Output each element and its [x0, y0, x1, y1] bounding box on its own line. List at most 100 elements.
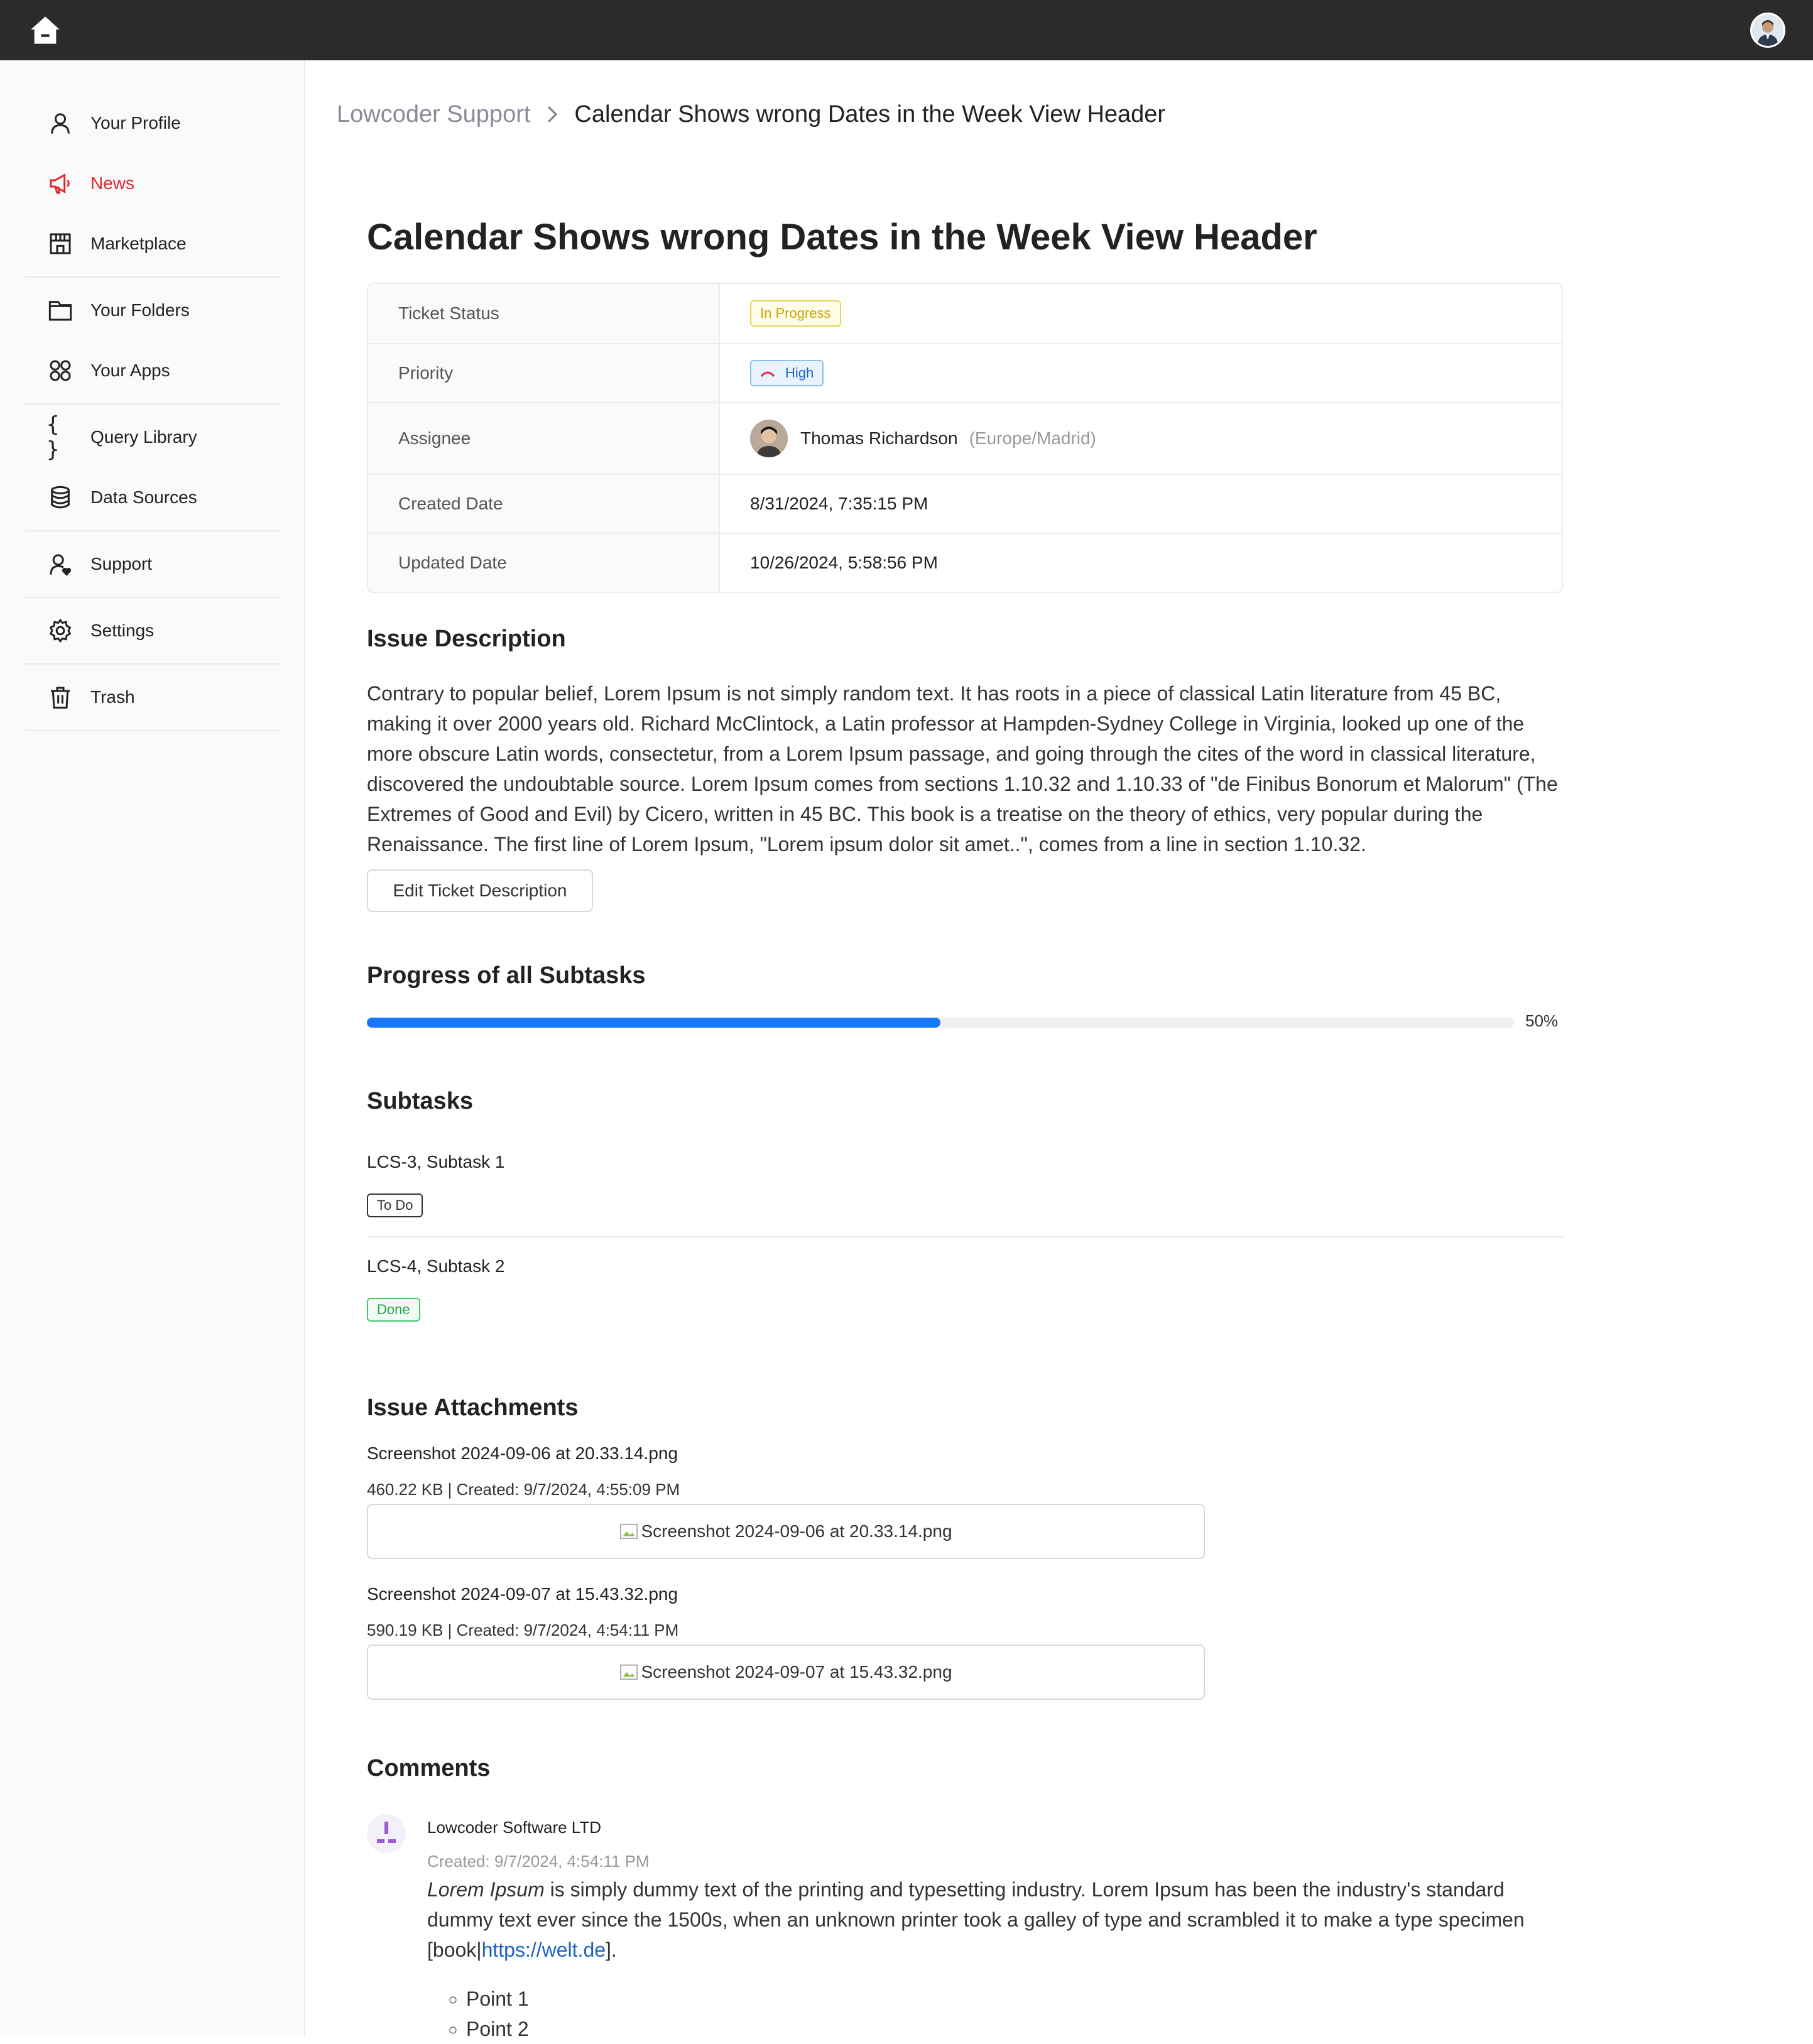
field-label: Ticket Status [368, 284, 720, 343]
progress-fill [367, 1018, 940, 1028]
assignee-avatar [750, 420, 788, 457]
ticket-info-table: Ticket Status In Progress Priority High … [367, 283, 1563, 593]
sidebar-item-data-sources[interactable]: Data Sources [46, 479, 197, 516]
sidebar-item-settings[interactable]: Settings [46, 612, 154, 650]
sidebar-item-label: Settings [90, 621, 155, 640]
support-icon [46, 550, 74, 578]
chevron-up-icon [760, 371, 775, 378]
subtask-title[interactable]: LCS-4, Subtask 2 [367, 1256, 504, 1276]
attachment-name[interactable]: Screenshot 2024-09-07 at 15.43.32.png [367, 1584, 678, 1604]
broken-image-icon [620, 1523, 638, 1540]
sidebar-item-trash[interactable]: Trash [46, 678, 135, 716]
priority-value: High [785, 365, 814, 381]
issue-description-heading: Issue Description [367, 626, 566, 652]
list-item: Point 1 [466, 1984, 529, 2014]
field-label: Updated Date [368, 534, 720, 592]
attachment-preview[interactable]: Screenshot 2024-09-07 at 15.43.32.png [367, 1644, 1205, 1700]
store-icon [46, 230, 74, 258]
attachment-preview[interactable]: Screenshot 2024-09-06 at 20.33.14.png [367, 1504, 1205, 1559]
apps-icon [46, 357, 74, 384]
assignee-row: Assignee Thomas Richardson (Europe/Madri… [368, 403, 1562, 475]
nav-divider [25, 730, 280, 731]
status-badge: In Progress [750, 300, 841, 327]
breadcrumb-parent-link[interactable]: Lowcoder Support [337, 101, 530, 128]
attachments-heading: Issue Attachments [367, 1394, 579, 1421]
page-title: Calendar Shows wrong Dates in the Week V… [367, 217, 1317, 258]
folder-icon [46, 296, 74, 324]
home-icon[interactable] [29, 14, 62, 46]
trash-icon [46, 683, 74, 711]
sidebar-item-label: Your Folders [90, 300, 190, 320]
subtask-status-badge: To Do [367, 1193, 423, 1217]
broken-image-icon [620, 1664, 638, 1680]
issue-description-text: Contrary to popular belief, Lorem Ipsum … [367, 682, 1558, 856]
sidebar-item-your-folders[interactable]: Your Folders [46, 291, 190, 329]
sidebar: Your Profile News Marketplace Your Folde… [0, 60, 305, 2036]
sidebar-item-label: News [90, 173, 135, 193]
assignee-name: Thomas Richardson [800, 428, 958, 448]
comment-text-end: ]. [606, 1938, 617, 1961]
sidebar-item-label: Your Profile [90, 113, 181, 133]
sidebar-item-label: Support [90, 554, 153, 574]
nav-divider [25, 403, 280, 405]
subtask-status-badge: Done [367, 1298, 420, 1322]
chevron-right-icon [548, 106, 558, 123]
comments-heading: Comments [367, 1755, 491, 1781]
comment-italic-text: Lorem Ipsum [427, 1878, 545, 1901]
progress-percent-label: 50% [1525, 1011, 1559, 1030]
attachment-name[interactable]: Screenshot 2024-09-06 at 20.33.14.png [367, 1443, 678, 1464]
comment-link[interactable]: https://welt.de [482, 1938, 606, 1961]
user-icon [46, 109, 74, 137]
sidebar-item-your-apps[interactable]: Your Apps [46, 352, 170, 389]
created-date-row: Created Date 8/31/2024, 7:35:15 PM [368, 475, 1562, 534]
breadcrumb-current: Calendar Shows wrong Dates in the Week V… [574, 101, 1166, 128]
field-label: Created Date [368, 475, 720, 533]
comment-author: Lowcoder Software LTD [427, 1818, 601, 1837]
megaphone-icon [46, 170, 74, 197]
list-item: Point 2 [466, 2014, 529, 2044]
ticket-status-row: Ticket Status In Progress [368, 284, 1562, 344]
sidebar-item-news[interactable]: News [46, 165, 134, 202]
subtask-progress-bar [367, 1018, 1514, 1028]
attachment-alt-text: Screenshot 2024-09-06 at 20.33.14.png [641, 1521, 952, 1541]
nav-divider [25, 663, 280, 665]
user-avatar[interactable] [1750, 13, 1785, 48]
comment-date: Created: 9/7/2024, 4:54:11 PM [427, 1852, 650, 1871]
nav-divider [25, 276, 280, 278]
sidebar-item-label: Trash [90, 687, 135, 707]
comment-bullet-list: Point 1 Point 2 [440, 1984, 529, 2044]
gear-icon [46, 617, 74, 644]
nav-divider [25, 530, 280, 531]
subtask-title[interactable]: LCS-3, Subtask 1 [367, 1152, 504, 1172]
assignee-timezone: (Europe/Madrid) [969, 428, 1096, 448]
nav-divider [25, 597, 280, 598]
sidebar-item-query-library[interactable]: { } Query Library [46, 412, 197, 462]
braces-icon: { } [46, 412, 60, 462]
field-label: Priority [368, 344, 720, 402]
attachment-alt-text: Screenshot 2024-09-07 at 15.43.32.png [641, 1662, 952, 1682]
sidebar-item-label: Marketplace [90, 234, 187, 253]
subtasks-heading: Subtasks [367, 1088, 473, 1114]
updated-date-value: 10/26/2024, 5:58:56 PM [750, 553, 938, 572]
subtask-divider [367, 1236, 1564, 1237]
progress-heading: Progress of all Subtasks [367, 962, 646, 989]
comment-body: Lorem Ipsum is simply dummy text of the … [427, 1874, 1571, 1965]
edit-description-button[interactable]: Edit Ticket Description [367, 869, 593, 912]
field-label: Assignee [368, 403, 720, 474]
breadcrumb: Lowcoder Support Calendar Shows wrong Da… [337, 95, 1165, 133]
sidebar-item-label: Query Library [90, 427, 197, 447]
database-icon [46, 484, 74, 511]
created-date-value: 8/31/2024, 7:35:15 PM [750, 494, 928, 513]
top-bar [0, 0, 1813, 60]
attachment-meta: 590.19 KB | Created: 9/7/2024, 4:54:11 P… [367, 1621, 679, 1639]
sidebar-item-support[interactable]: Support [46, 545, 152, 583]
attachment-meta: 460.22 KB | Created: 9/7/2024, 4:55:09 P… [367, 1480, 680, 1499]
priority-badge: High [750, 360, 824, 386]
priority-row: Priority High [368, 344, 1562, 403]
sidebar-item-label: Your Apps [90, 361, 170, 380]
sidebar-item-label: Data Sources [90, 487, 197, 507]
comment-author-avatar [367, 1814, 406, 1853]
sidebar-item-marketplace[interactable]: Marketplace [46, 225, 187, 263]
sidebar-item-your-profile[interactable]: Your Profile [46, 104, 181, 142]
updated-date-row: Updated Date 10/26/2024, 5:58:56 PM [368, 534, 1562, 592]
